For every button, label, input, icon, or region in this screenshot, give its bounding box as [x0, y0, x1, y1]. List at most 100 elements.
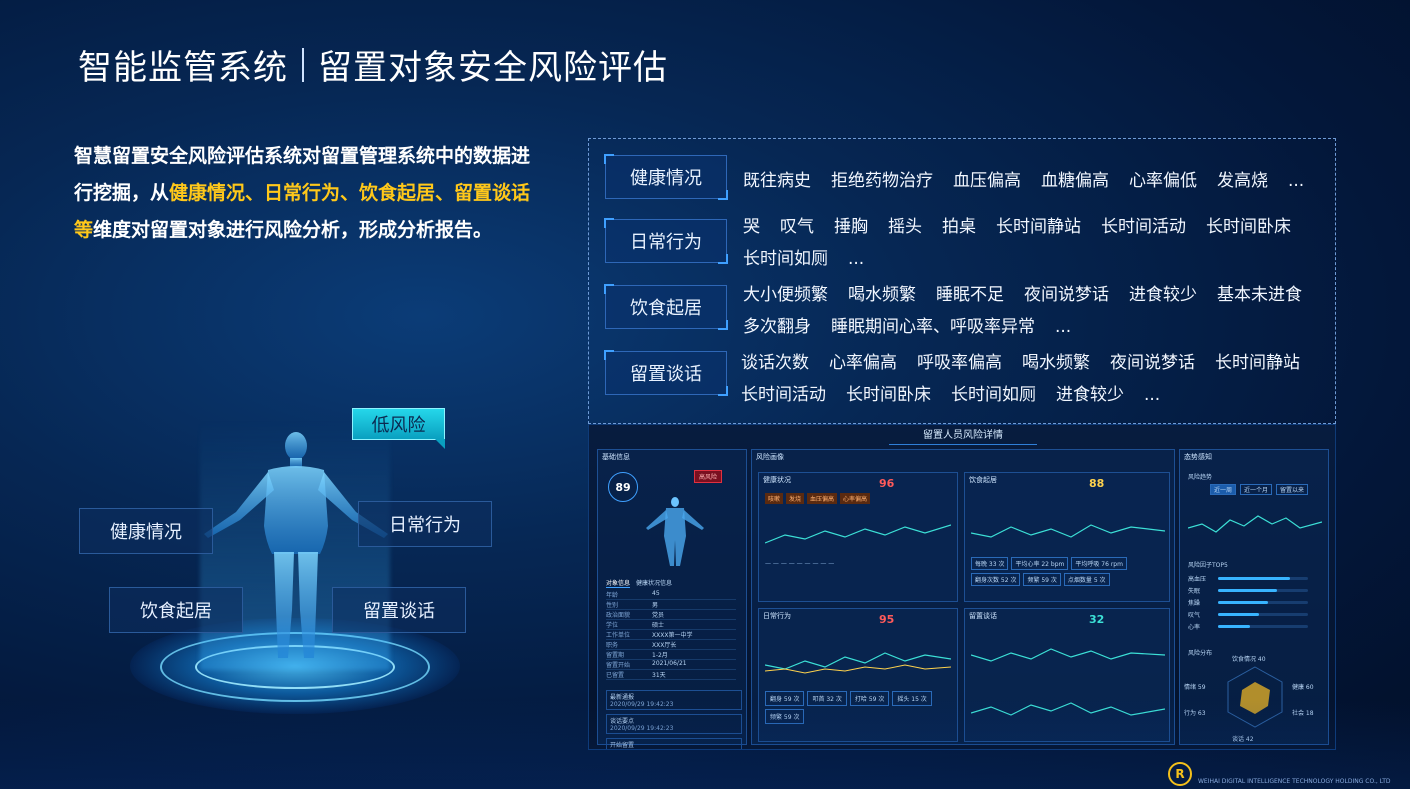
sub-panel-health-score: 96 — [879, 477, 895, 490]
sub-panel-talk-title: 留置谈话 — [969, 612, 997, 620]
category-behavior-tags: 哭叹气 捶胸 摇头 拍桌 长时间静站 长时间活动 长时间卧床 长时间如厕... — [743, 211, 1311, 275]
info-key: 留置期 — [606, 652, 625, 659]
risk-portrait-header: 风险画像 — [756, 453, 784, 461]
diet-chip: 频繁 59 次 — [1023, 573, 1061, 586]
tag-item: 长时间活动 — [1101, 217, 1186, 237]
dim-behavior[interactable]: 日常行为 — [358, 501, 492, 547]
category-diet[interactable]: 饮食起居 — [604, 284, 728, 330]
info-key: 职务 — [606, 642, 619, 649]
tag-line: 大小便频繁 喝水频繁 睡眠不足 夜间说梦话 进食较少 基本未进食 — [743, 279, 1322, 311]
top5-fill — [1218, 576, 1290, 580]
info-value: 党员 — [652, 612, 665, 619]
top5-label: 焦躁 — [1188, 599, 1201, 607]
tag-item: 多次翻身 — [743, 317, 811, 337]
tag-item: 长时间如厕 — [743, 249, 828, 269]
info-value: 2021/06/21 — [652, 660, 687, 667]
logo-mark-icon: R — [1168, 762, 1192, 786]
top5-track — [1218, 600, 1308, 604]
category-diet-tags: 大小便频繁 喝水频繁 睡眠不足 夜间说梦话 进食较少 基本未进食 多次翻身 睡眠期间心率、呼吸… — [743, 279, 1322, 343]
top5-fill — [1218, 588, 1277, 592]
tag-item: 喝水频繁 — [848, 285, 916, 305]
tag-line: 多次翻身 睡眠期间心率、呼吸率异常... — [743, 311, 1322, 343]
category-talk-tags: 谈话次数 心率偏高 呼吸率偏高 喝水频繁 夜间说梦话 长时间静站 长时间活动 长时间卧床 长时间… — [741, 347, 1320, 411]
health-tag: 血压偏高 — [807, 493, 838, 504]
tag-item: 叹气 — [780, 217, 814, 237]
page-title: 智能监管系统 — [78, 48, 288, 88]
basic-score: 89 — [615, 480, 631, 494]
diet-chip: 每晚 33 次 — [971, 557, 1009, 570]
risk-dimension-panel: 健康情况 既往病史 拒绝药物治疗 血压偏高 血糖偏高 心率偏低 发高烧... 日常行为 哭… — [588, 138, 1336, 424]
tag-line: 谈话次数 心率偏高 呼吸率偏高 喝水频繁 夜间说梦话 长时间静站 — [741, 347, 1320, 379]
info-row: 性别 男 — [606, 600, 736, 610]
trend-tab[interactable]: 近一周 — [1210, 484, 1237, 495]
top5-fill — [1218, 612, 1259, 616]
diet-chip: 平均心率 22 bpm — [1011, 557, 1069, 570]
talk-line-chart-1 — [971, 648, 1165, 662]
info-value: 男 — [652, 602, 659, 609]
tag-item: 长时间卧床 — [846, 385, 931, 405]
dim-health[interactable]: 健康情况 — [79, 508, 213, 554]
tab-object-info[interactable]: 对象信息 — [606, 578, 631, 588]
mini-figure-icon — [646, 497, 704, 566]
radar-label: 健康 60 — [1292, 684, 1314, 691]
trend-line-chart — [1188, 515, 1322, 533]
situation-header: 态势感知 — [1184, 453, 1212, 461]
category-health[interactable]: 健康情况 — [604, 154, 728, 200]
tag-item: 哭 — [743, 217, 760, 237]
info-value: 31天 — [652, 672, 666, 679]
top5-label: 心率 — [1188, 623, 1201, 631]
info-row: 职务 XXX厅长 — [606, 640, 736, 650]
trend-tab[interactable]: 近一个月 — [1240, 484, 1273, 495]
tag-item: 长时间如厕 — [951, 385, 1036, 405]
top5-track — [1218, 576, 1308, 580]
trend-tab[interactable]: 留置以来 — [1276, 484, 1309, 495]
tag-item: 长时间卧床 — [1206, 217, 1291, 237]
info-key: 学位 — [606, 622, 619, 629]
tag-line: 长时间如厕... — [743, 243, 1311, 275]
dim-diet[interactable]: 饮食起居 — [109, 587, 243, 633]
health-note: — — — — — — — — — — [765, 560, 835, 567]
sub-panel-diet-score: 88 — [1089, 477, 1105, 490]
tag-line: 哭叹气 捶胸 摇头 拍桌 长时间静站 长时间活动 长时间卧床 — [743, 211, 1311, 243]
top5-track — [1218, 612, 1308, 616]
top5-row: 高血压 — [1188, 572, 1308, 584]
info-value: XXXX第一中学 — [652, 632, 693, 639]
sub-panel-diet-title: 饮食起居 — [969, 476, 997, 484]
top5-fill — [1218, 600, 1268, 604]
info-value: XXX厅长 — [652, 642, 677, 649]
tag-item: 睡眠不足 — [936, 285, 1004, 305]
top5-label: 高血压 — [1188, 575, 1207, 583]
tag-item: 心率偏低 — [1129, 171, 1197, 191]
health-line-chart — [765, 524, 951, 544]
sub-panel-talk-score: 32 — [1089, 613, 1105, 626]
top5-label: 叹气 — [1188, 611, 1201, 619]
info-key: 政治面貌 — [606, 612, 631, 619]
title-divider — [302, 47, 304, 82]
tag-item: 捶胸 — [834, 217, 868, 237]
category-talk[interactable]: 留置谈话 — [604, 350, 728, 396]
header: 智能监管系统 留置对象安全风险评估 — [78, 40, 668, 89]
info-tabs: 对象信息 健康状况信息 — [606, 578, 672, 588]
tag-item: 谈话次数 — [741, 353, 809, 373]
object-info-table: 年龄 45 性别 男政治面貌 党员 学位 硕士 工作单位 XXXX第一中学 职务 XXX厅长 留置期 1… — [606, 590, 736, 680]
dim-talk[interactable]: 留置谈话 — [332, 587, 466, 633]
tag-item: 大小便频繁 — [743, 285, 828, 305]
radar-label: 情绪 59 — [1184, 684, 1206, 691]
tag-item: ... — [1288, 171, 1305, 191]
diet-line-chart — [971, 524, 1165, 538]
trend-title: 风险趋势 — [1188, 474, 1213, 481]
behavior-line-chart — [765, 652, 951, 674]
risk-level-badge: 低风险 — [352, 408, 445, 449]
info-row: 工作单位 XXXX第一中学 — [606, 630, 736, 640]
dashboard-title: 留置人员风险详情 — [889, 427, 1037, 445]
floor-grid — [0, 700, 1410, 789]
category-behavior[interactable]: 日常行为 — [604, 218, 728, 264]
info-row: 学位 硕士 — [606, 620, 736, 630]
diet-chip: 翻身次数 52 次 — [971, 573, 1021, 586]
tag-item: 进食较少 — [1129, 285, 1197, 305]
top5-bars: 高血压 失眠 焦躁 叹气 心率 — [1188, 572, 1308, 632]
info-key: 年龄 — [606, 592, 619, 599]
info-value: 1-2月 — [652, 652, 668, 659]
sub-panel-behavior-score: 95 — [879, 613, 895, 626]
tab-health-info[interactable]: 健康状况信息 — [636, 578, 672, 588]
